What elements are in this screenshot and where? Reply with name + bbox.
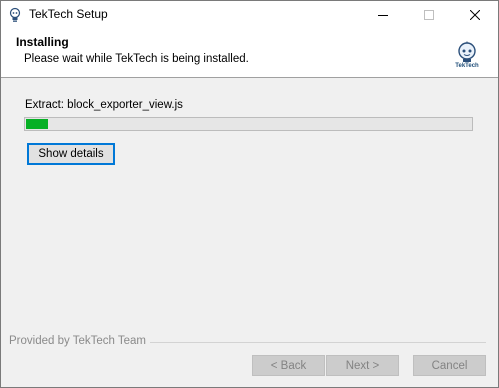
brand-logo-text: TekTech [455,63,479,69]
maximize-button [406,1,452,29]
installer-window: TekTech Setup Installing Please wait whi… [0,0,499,388]
progress-fill [26,119,48,129]
close-icon [470,10,480,20]
minimize-button[interactable] [360,1,406,29]
install-progress-bar [24,117,473,131]
extract-status: Extract: block_exporter_view.js [25,99,183,111]
title-bar[interactable]: TekTech Setup [1,1,498,29]
window-title: TekTech Setup [29,7,108,21]
page-subtitle: Please wait while TekTech is being insta… [24,53,249,65]
show-details-button[interactable]: Show details [27,143,115,165]
next-button[interactable]: Next > [326,355,399,376]
footer-branding: Provided by TekTech Team [9,335,151,347]
maximize-icon [424,10,434,20]
cancel-button[interactable]: Cancel [413,355,486,376]
header-panel: Installing Please wait while TekTech is … [1,29,498,78]
back-button[interactable]: < Back [252,355,325,376]
close-button[interactable] [452,1,498,29]
minimize-icon [378,10,388,20]
page-title: Installing [16,35,69,49]
installer-icon [7,7,23,23]
